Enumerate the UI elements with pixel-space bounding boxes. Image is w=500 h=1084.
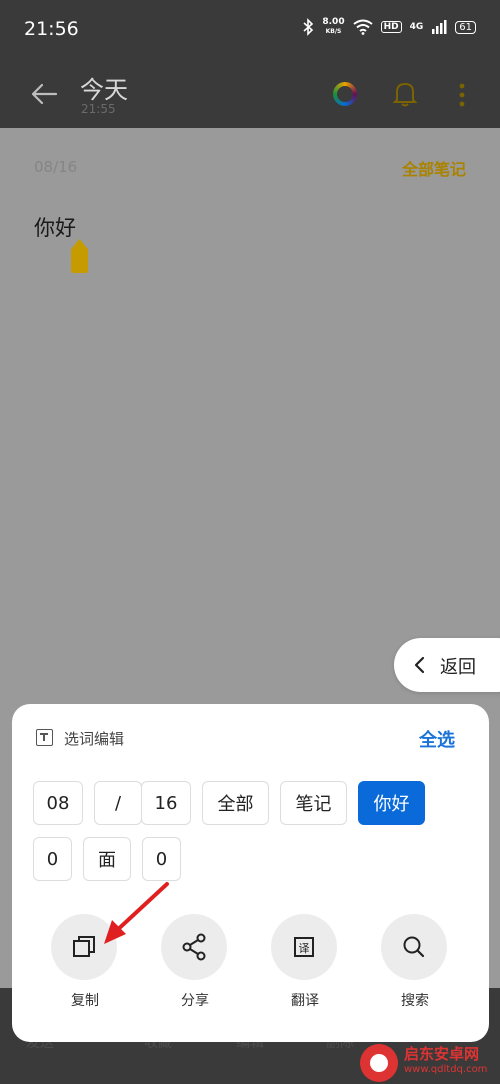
word-chip[interactable]: 0 — [142, 837, 181, 881]
network-speed: 8.00 KB/S — [322, 17, 345, 36]
back-arrow-icon[interactable] — [30, 80, 58, 108]
note-content[interactable]: 你好 — [34, 212, 76, 242]
status-bar: 21:56 8.00 KB/S HD 4G 61 — [0, 0, 500, 62]
status-icons: 8.00 KB/S HD 4G 61 — [302, 18, 476, 36]
color-theme-icon[interactable] — [333, 82, 357, 106]
bell-icon[interactable] — [392, 80, 418, 108]
copy-icon — [73, 936, 95, 957]
site-watermark: 启东安卓网 www.qdltdq.com — [356, 1040, 500, 1084]
translate-icon: 译 — [294, 937, 314, 957]
word-chip[interactable]: 笔记 — [280, 781, 347, 825]
svg-text:译: 译 — [299, 942, 310, 955]
network-type: 4G — [409, 22, 424, 32]
all-notes-link[interactable]: 全部笔记 — [402, 156, 466, 180]
page-subtitle-time: 21:55 — [81, 102, 116, 116]
word-chip[interactable]: 0 — [33, 837, 72, 881]
back-pill-label: 返回 — [440, 657, 476, 678]
word-chip[interactable]: 16 — [141, 781, 191, 825]
text-edit-icon — [36, 729, 53, 746]
bluetooth-icon — [303, 18, 314, 36]
word-chip[interactable]: / — [94, 781, 142, 825]
translate-action[interactable]: 译 翻译 — [271, 914, 339, 1010]
back-pill-button[interactable]: 返回 — [394, 638, 500, 692]
copy-action[interactable]: 复制 — [51, 914, 119, 1010]
more-options-icon[interactable] — [455, 82, 469, 108]
wifi-icon — [352, 19, 373, 35]
search-label: 搜索 — [401, 993, 429, 1009]
word-chip[interactable]: 08 — [33, 781, 83, 825]
share-label: 分享 — [181, 993, 209, 1009]
battery-indicator: 61 — [455, 20, 476, 34]
word-selection-panel: 选词编辑 全选 08 / 16 全部 笔记 你好 0 面 0 复制 分享 译 翻… — [12, 704, 489, 1042]
watermark-name: 启东安卓网 — [404, 1045, 480, 1063]
word-chip[interactable]: 面 — [83, 837, 131, 881]
watermark-url: www.qdltdq.com — [404, 1064, 488, 1075]
page-title: 今天 — [80, 76, 128, 104]
chevron-left-icon — [414, 656, 425, 674]
watermark-logo-icon — [360, 1044, 398, 1082]
copy-label: 复制 — [71, 993, 99, 1009]
search-icon — [403, 936, 425, 958]
note-date: 08/16 — [34, 158, 78, 176]
panel-title: 选词编辑 — [64, 730, 125, 748]
text-cursor-handle[interactable] — [71, 239, 88, 273]
app-bar: 今天 21:55 — [0, 62, 500, 128]
word-chip-selected[interactable]: 你好 — [358, 781, 425, 825]
word-chip[interactable]: 全部 — [202, 781, 269, 825]
share-action[interactable]: 分享 — [161, 914, 229, 1010]
select-all-button[interactable]: 全选 — [419, 726, 455, 752]
hd-badge: HD — [380, 21, 402, 33]
share-icon — [182, 933, 206, 961]
status-time: 21:56 — [24, 18, 79, 40]
translate-label: 翻译 — [291, 993, 319, 1009]
search-action[interactable]: 搜索 — [381, 914, 449, 1010]
signal-icon — [432, 20, 447, 34]
